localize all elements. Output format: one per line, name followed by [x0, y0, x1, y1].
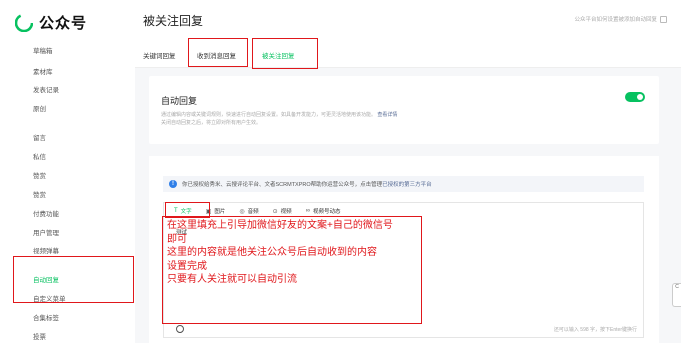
tool-channels[interactable]: ∞ 视频号动态 — [306, 207, 341, 215]
tool-video[interactable]: ⊙ 视频 — [272, 207, 292, 216]
sidebar-item-messages[interactable]: 私信 — [33, 151, 46, 161]
authorization-notice: ! 你已授权给秀米、云搜评论平台、文者SCRMTXPRO帮助你运营公众号，点击管… — [163, 176, 644, 192]
sidebar-item-comments[interactable]: 留言 — [33, 132, 46, 142]
side-widget-label: C — [675, 284, 679, 290]
third-party-link[interactable]: 已授权的第三方平台 — [382, 182, 432, 188]
annotation-line: 只要有人关注就可以自动引流 — [167, 274, 297, 285]
auto-reply-card: 自动回复 通过编辑内容或关键词规则，快速进行自动回复设置。如具备开发能力，可更灵… — [149, 76, 659, 144]
app-name: 公众号 — [39, 15, 88, 32]
audio-icon: ◎ — [239, 208, 245, 215]
notice-message: 你已授权给秀米、云搜评论平台、文者SCRMTXPRO帮助你运营公众号，点击管理 — [182, 182, 383, 188]
auto-reply-desc-line2: 关闭自动回复之后，将立即对所有用户生效。 — [161, 120, 262, 126]
channels-icon: ∞ — [305, 208, 310, 214]
sidebar-item-collection-tags[interactable]: 合集标签 — [33, 312, 59, 322]
setup-help-link[interactable]: 公众平台如何设置被添加自动回复 — [574, 15, 667, 23]
emoji-icon[interactable] — [176, 325, 184, 333]
tool-audio-label: 音频 — [247, 209, 259, 215]
sidebar-item-materials[interactable]: 素材库 — [33, 66, 53, 76]
annotation-line: 这里的内容就是他关注公众号后自动收到的内容 — [167, 247, 377, 258]
app-logo[interactable]: 公众号 — [15, 12, 87, 33]
highlight-box-auto-reply — [13, 256, 134, 303]
highlight-box-message-tab — [188, 38, 248, 67]
tab-keyword-reply[interactable]: 关键词回复 — [143, 50, 176, 60]
annotation-line: 在这里填充上引导加微信好友的文案+自己的微信号 — [167, 220, 393, 231]
auto-reply-description: 通过编辑内容或关键词规则，快速进行自动回复设置。如具备开发能力，可更灵活地使用该… — [161, 111, 581, 127]
highlight-box-follow-tab — [252, 38, 318, 69]
sidebar-item-vote[interactable]: 投票 — [33, 331, 46, 341]
annotation-line: 即可 — [167, 233, 187, 245]
sidebar-item-video-danmaku[interactable]: 视频弹幕 — [33, 245, 59, 255]
wechat-mp-logo-icon — [15, 13, 33, 32]
sidebar-item-user-management[interactable]: 用户管理 — [33, 227, 59, 237]
sidebar-item-original[interactable]: 原创 — [33, 103, 46, 113]
auto-reply-toggle[interactable] — [625, 92, 645, 102]
tool-video-label: 视频 — [280, 209, 292, 215]
sidebar-item-paid-features[interactable]: 付费功能 — [33, 208, 59, 218]
auto-reply-title: 自动回复 — [161, 96, 198, 106]
setup-help-text: 公众平台如何设置被添加自动回复 — [574, 17, 657, 23]
sidebar-item-rewards-2[interactable]: 赞赏 — [33, 189, 46, 199]
page-title: 被关注回复 — [143, 14, 204, 28]
char-counter: 还可以输入 598 字，按下Enter键换行 — [553, 327, 637, 333]
annotation-line: 设置完成 — [167, 260, 207, 272]
view-details-link[interactable]: 查看详情 — [377, 112, 397, 118]
tool-audio[interactable]: ◎ 音频 — [239, 207, 259, 216]
sidebar-item-rewards[interactable]: 赞赏 — [33, 170, 46, 180]
info-icon: ! — [169, 180, 177, 188]
top-bar: 被关注回复 公众平台如何设置被添加自动回复 — [135, 0, 681, 40]
sidebar-item-drafts[interactable]: 草稿箱 — [33, 45, 53, 55]
floating-side-widget[interactable]: C — [672, 283, 681, 307]
video-icon: ⊙ — [272, 208, 278, 215]
notice-text: 你已授权给秀米、云搜评论平台、文者SCRMTXPRO帮助你运营公众号，点击管理已… — [182, 180, 432, 188]
tool-channels-label: 视频号动态 — [312, 209, 341, 215]
document-icon — [660, 15, 667, 23]
annotation-text: 在这里填充上引导加微信好友的文案+自己的微信号 即可 这里的内容就是他关注公众号… — [167, 219, 393, 287]
auto-reply-desc-line1: 通过编辑内容或关键词规则，快速进行自动回复设置。如具备开发能力，可更灵活地使用该… — [161, 112, 377, 118]
sidebar-item-publish-records[interactable]: 发表记录 — [33, 84, 59, 94]
tool-image-label: 图片 — [214, 209, 226, 215]
